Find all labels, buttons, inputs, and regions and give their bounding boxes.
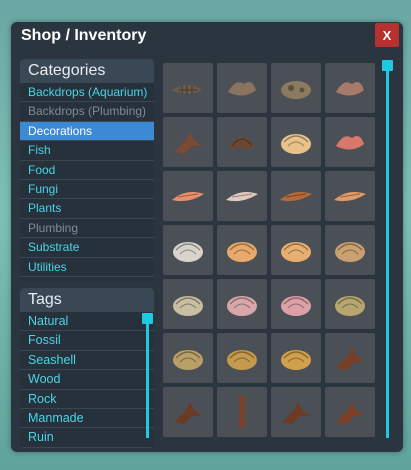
tags-list: Natural Fossil Seashell Wood Rock Manmade Ruin [20,312,154,448]
wood-chip-icon [336,348,364,370]
categories-panel: Categories Backdrops (Aquarium) Backdrops… [20,59,154,281]
coral-shell-icon [336,136,364,150]
inventory-slot[interactable] [271,63,321,113]
category-item-substrate[interactable]: Substrate [20,238,154,258]
inventory-slot[interactable] [217,333,267,383]
inventory-slot[interactable] [217,279,267,329]
close-button[interactable]: X [375,23,399,47]
tag-item-rock[interactable]: Rock [20,390,154,409]
clam-shell-olive-icon [335,296,365,316]
category-item-food[interactable]: Food [20,161,154,180]
spiral-shell-icon [334,192,366,202]
inventory-slot[interactable] [217,171,267,221]
root-wood-icon [174,402,202,424]
clam-shell-pink-icon [227,296,257,316]
category-item-backdrops-aquarium[interactable]: Backdrops (Aquarium) [20,83,154,103]
inventory-slot[interactable] [163,333,213,383]
inventory-slot[interactable] [163,225,213,275]
category-item-decorations[interactable]: Decorations [20,121,154,142]
inventory-slot[interactable] [217,63,267,113]
inventory-slot[interactable] [325,387,375,437]
tag-item-wood[interactable]: Wood [20,370,154,390]
inventory-slot[interactable] [217,117,267,167]
clam-shell-gold-icon [227,350,257,370]
tags-scrollbar-thumb[interactable] [142,313,153,324]
inventory-slot[interactable] [325,279,375,329]
inventory-slot[interactable] [271,387,321,437]
clam-shell-orange-icon [227,242,257,262]
clam-shell-grey-icon [173,296,203,316]
clam-shell-khaki-icon [173,350,203,370]
inventory-slot[interactable] [163,63,213,113]
tags-panel: Tags Natural Fossil Seashell Wood Rock Manmad… [20,288,154,448]
coconut-shell-icon [228,137,256,148]
inventory-window: Shop / Inventory X Categories Backdrops … [11,22,403,452]
clam-shell-amber-icon [281,350,311,370]
inventory-slot[interactable] [325,333,375,383]
ammonite-shell-icon [228,82,256,96]
tag-item-natural[interactable]: Natural [20,312,154,332]
clam-shell-rose-icon [281,296,311,316]
inventory-slot[interactable] [271,117,321,167]
category-item-fish[interactable]: Fish [20,141,154,161]
inventory-slot[interactable] [163,171,213,221]
inventory-slot[interactable] [325,171,375,221]
inventory-slot[interactable] [271,171,321,221]
inventory-slot[interactable] [217,387,267,437]
fossil-fish-icon [172,85,202,95]
tag-item-seashell[interactable]: Seashell [20,351,154,371]
inventory-slot[interactable] [271,279,321,329]
inventory-slot[interactable] [325,117,375,167]
tags-scrollbar-track[interactable] [146,318,149,438]
inventory-slot[interactable] [163,387,213,437]
tag-item-fossil[interactable]: Fossil [20,331,154,351]
category-item-utilities[interactable]: Utilities [20,258,154,277]
inventory-slot[interactable] [217,225,267,275]
auger-shell-icon [226,192,258,202]
cone-shell-icon [280,192,312,202]
clam-shell-tan-icon [335,242,365,262]
clam-shell-yellow-icon [281,242,311,262]
category-item-backdrops-plumbing[interactable]: Backdrops (Plumbing) [20,102,154,122]
categories-header: Categories [20,59,154,83]
inventory-scrollbar-track[interactable] [386,66,389,438]
category-item-plants[interactable]: Plants [20,199,154,219]
inventory-slot[interactable] [271,333,321,383]
fossil-bone-icon [336,82,364,96]
category-item-fungi[interactable]: Fungi [20,180,154,200]
window-title: Shop / Inventory [21,27,147,44]
tags-header: Tags [20,288,154,312]
inventory-grid [163,63,377,437]
dinosaur-skull-icon [281,81,311,99]
categories-list: Backdrops (Aquarium) Backdrops (Plumbing)… [20,83,154,277]
conch-shell-icon [172,192,204,202]
tag-item-ruin[interactable]: Ruin [20,428,154,448]
inventory-slot[interactable] [163,279,213,329]
branch-twig-icon [336,402,364,424]
wood-stick-icon [239,396,245,428]
scallop-shell-icon [281,134,311,154]
inventory-slot[interactable] [325,63,375,113]
branch-small-icon [282,402,310,424]
category-item-plumbing[interactable]: Plumbing [20,219,154,239]
clam-shell-white-icon [173,242,203,262]
inventory-slot[interactable] [325,225,375,275]
inventory-slot[interactable] [163,117,213,167]
inventory-scrollbar-thumb[interactable] [382,60,393,71]
tag-item-manmade[interactable]: Manmade [20,409,154,429]
driftwood-icon [174,132,202,154]
inventory-slot[interactable] [271,225,321,275]
